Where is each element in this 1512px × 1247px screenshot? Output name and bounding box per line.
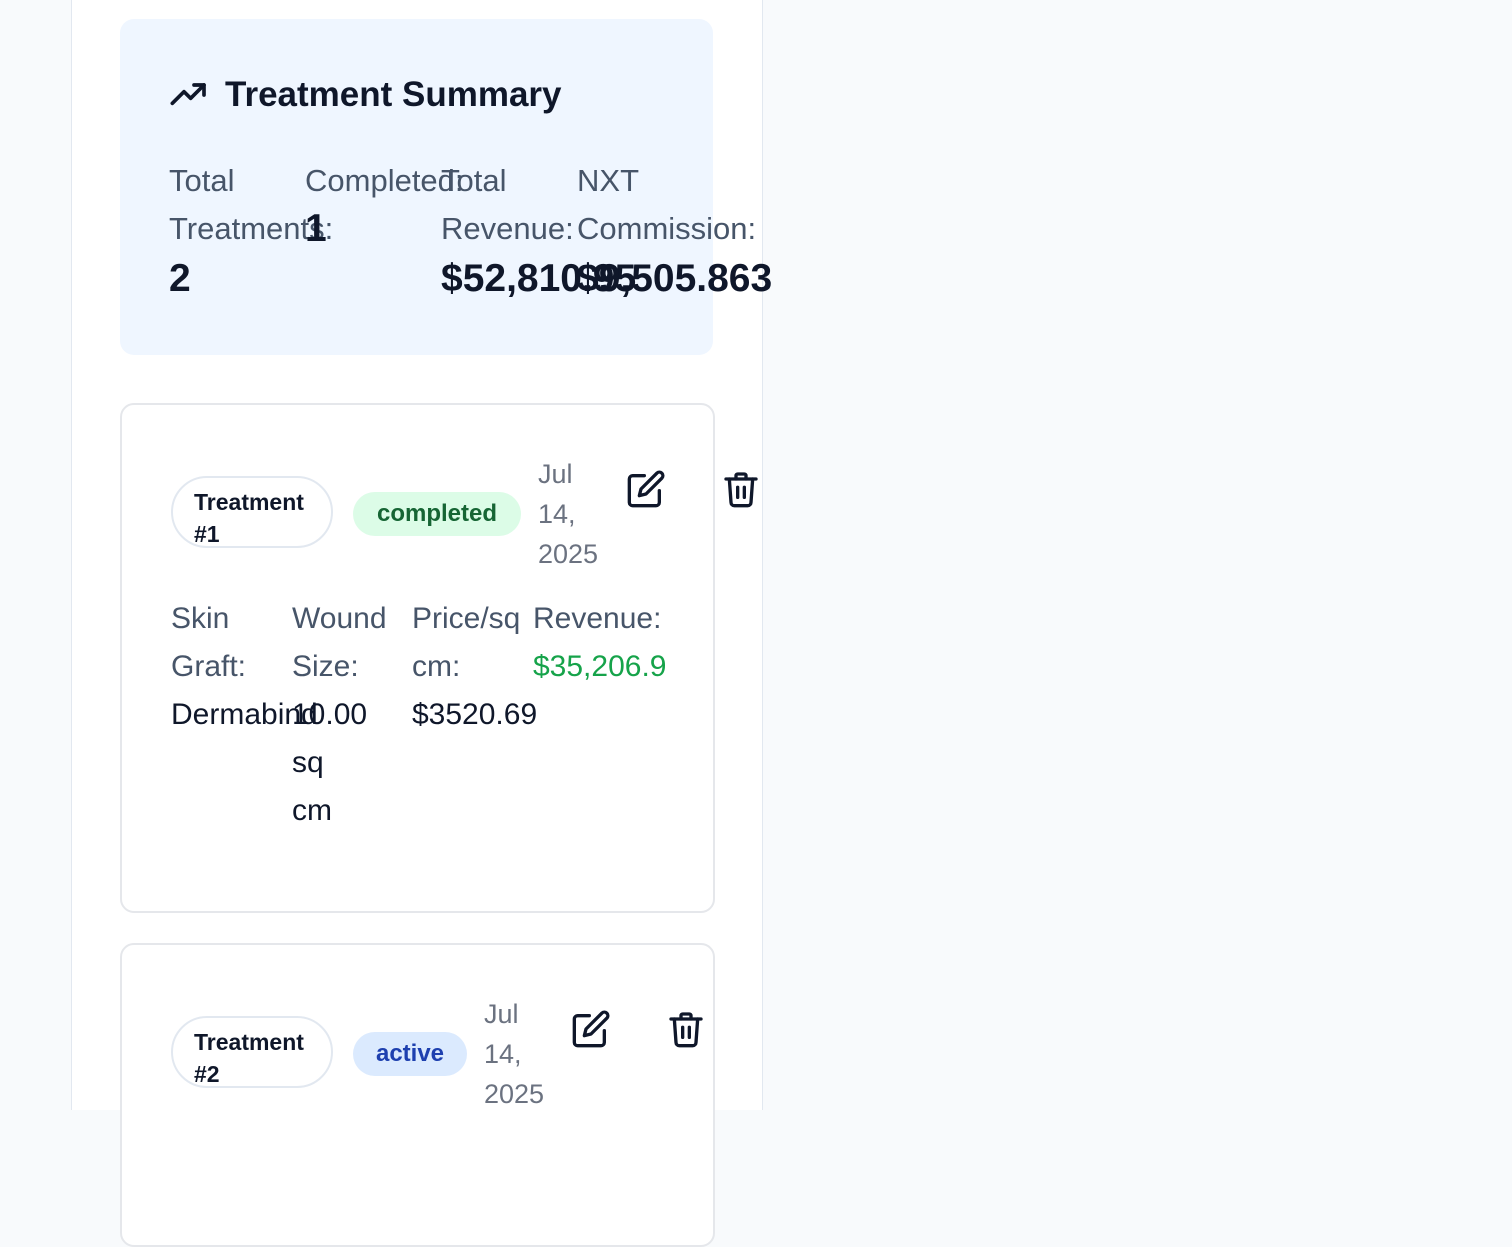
edit-button[interactable] <box>571 1009 611 1049</box>
date-line: Jul <box>538 459 573 489</box>
stat-nxt-commission: NXT Commission: $9,505.863 <box>577 157 772 305</box>
edit-button[interactable] <box>626 469 666 509</box>
date-line: Jul <box>484 999 519 1029</box>
treatment-number-tag: Treatment #2 <box>171 1016 333 1088</box>
stat-completed: Completed: 1 <box>305 157 464 253</box>
trash-icon <box>724 472 758 508</box>
delete-button[interactable] <box>666 1009 706 1049</box>
stat-value: $9,505.863 <box>577 257 773 300</box>
treatment-summary-card: Treatment Summary Total Treatments: 2 Co… <box>120 19 772 355</box>
revenue-value: $35,206.9 <box>533 650 667 683</box>
tag-line: Treatment <box>194 1029 304 1055</box>
stat-value: 1 <box>305 207 327 250</box>
field-label: Size: <box>292 650 359 683</box>
field-label: Price/sq <box>412 602 521 635</box>
edit-icon <box>627 470 665 508</box>
field-value: sq <box>292 746 324 779</box>
trending-up-icon <box>169 75 209 115</box>
status-badge: active <box>353 1032 467 1076</box>
stat-label: Commission: <box>577 211 757 246</box>
treatment-date: Jul 14, 2025 <box>484 994 564 1114</box>
stat-value: 2 <box>169 257 191 300</box>
tag-line: Treatment <box>194 489 304 515</box>
summary-header: Treatment Summary <box>169 75 562 115</box>
field-label: Wound <box>292 602 387 635</box>
status-badge: completed <box>353 492 521 536</box>
stat-label: Completed: <box>305 163 464 198</box>
field-label: cm: <box>412 650 461 683</box>
field-value: $3520.69 <box>412 698 538 731</box>
tag-line: #2 <box>194 1061 220 1087</box>
delete-button[interactable] <box>721 469 761 509</box>
treatment-card: Treatment #1 completed Jul 14, 2025 Skin… <box>120 403 758 913</box>
date-line: 14, <box>538 499 576 529</box>
field-revenue: Revenue: $35,206.9 <box>533 595 666 691</box>
treatment-card: Treatment #2 active Jul 14, 2025 <box>120 943 715 1247</box>
tag-line: #1 <box>194 521 220 547</box>
field-label: Revenue: <box>533 602 662 635</box>
date-line: 2025 <box>538 539 599 569</box>
summary-title: Treatment Summary <box>225 75 562 114</box>
date-line: 2025 <box>484 1079 545 1109</box>
field-wound-size: Wound Size: 10.00 sq cm <box>292 595 387 835</box>
trash-icon <box>669 1012 703 1048</box>
stat-label: NXT <box>577 163 639 198</box>
edit-icon <box>572 1010 610 1048</box>
field-value: 10.00 <box>292 698 368 731</box>
date-line: 14, <box>484 1039 522 1069</box>
treatment-date: Jul 14, 2025 <box>538 454 618 574</box>
treatment-number-tag: Treatment #1 <box>171 476 333 548</box>
field-price-per-sq-cm: Price/sq cm: $3520.69 <box>412 595 537 739</box>
field-value: cm <box>292 794 332 827</box>
